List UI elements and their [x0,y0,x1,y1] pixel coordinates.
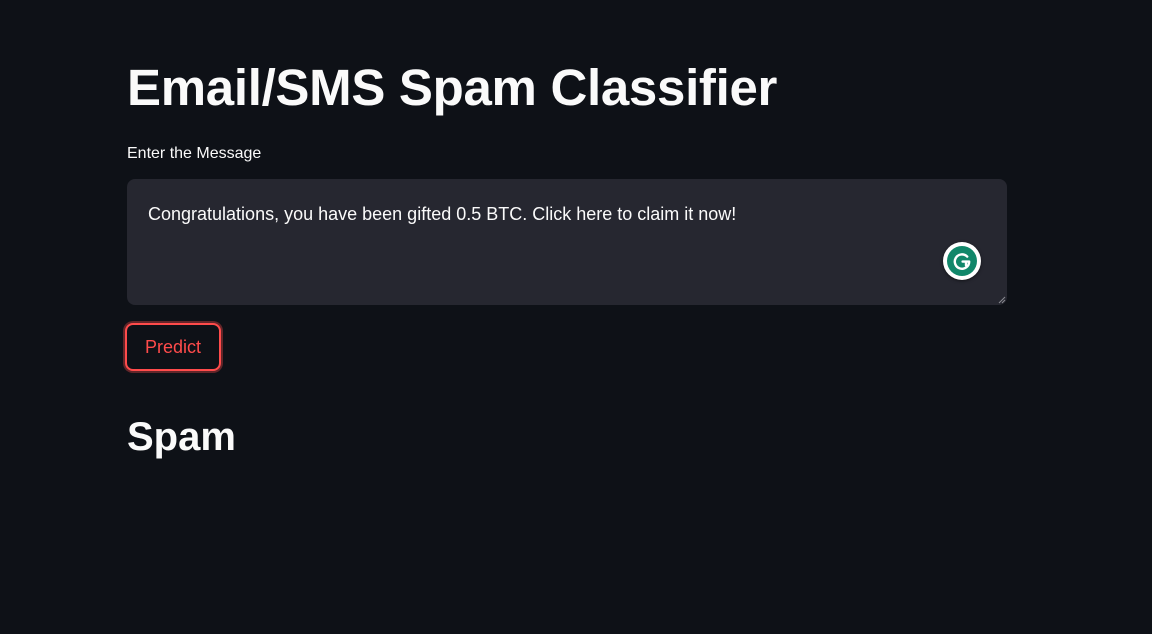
grammarly-icon[interactable] [943,242,981,280]
prediction-result: Spam [127,415,236,459]
app-root: Email/SMS Spam Classifier Enter the Mess… [0,0,1152,634]
message-label: Enter the Message [127,145,262,162]
message-input[interactable]: Congratulations, you have been gifted 0.… [127,179,1007,305]
resize-handle-icon[interactable] [998,296,1006,304]
message-field: Congratulations, you have been gifted 0.… [127,179,1007,305]
page-title: Email/SMS Spam Classifier [127,59,778,116]
grammarly-g-icon [953,253,971,270]
predict-button[interactable]: Predict [125,323,221,371]
